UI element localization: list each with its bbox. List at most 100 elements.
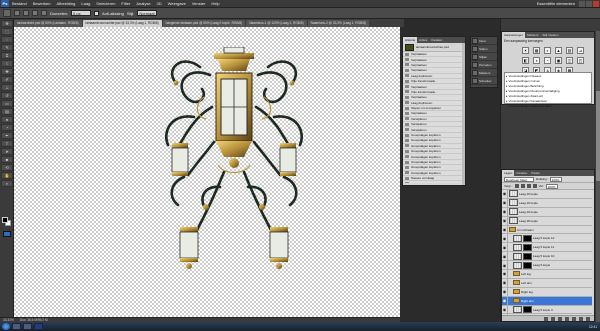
menu-afbeelding[interactable]: Afbeelding [53,1,78,6]
history-item[interactable]: Nieuwe opvullaag [403,181,465,183]
lock-position-icon[interactable] [526,184,531,188]
adjustment-layer-icon[interactable] [565,316,569,321]
disclosure-triangle-icon[interactable]: ▸ [506,89,508,93]
adjustment-type-icon[interactable]: ☀ [522,47,529,54]
right-dock-scrollbar[interactable] [596,31,600,322]
move-tool-icon[interactable]: ✥ [1,20,13,27]
blend-mode-select[interactable]: Doorheen halen [504,176,534,182]
close-button[interactable] [593,0,599,7]
tab-stijl[interactable]: Stijl Instelen [540,32,560,38]
hand-icon[interactable]: ✋ [1,172,13,179]
layer-group-row[interactable]: ◉ Left arm [502,278,592,288]
feather-input[interactable]: 0 px [71,10,92,16]
link-layers-icon[interactable] [544,316,548,321]
type-icon[interactable]: T [1,140,13,147]
history-snapshot[interactable]: lantaarnkroonluchter.psd [403,43,465,52]
layer-row[interactable]: ◉ Laag 19 kopie [502,198,592,208]
lock-pixels-icon[interactable] [520,184,525,188]
layer-mask-thumbnail[interactable] [523,243,532,251]
visibility-eye-icon[interactable]: ◉ [502,216,508,225]
visibility-eye-icon[interactable]: ◉ [502,198,508,207]
panel-schaduw[interactable]: Schaduw [471,77,497,85]
adjustment-type-icon[interactable]: ◐ [544,47,551,54]
add-mask-icon[interactable] [558,316,562,321]
adjustment-type-icon[interactable]: ▦ [533,47,540,54]
tab-historie[interactable]: Historie [403,37,418,43]
adjustment-type-icon[interactable]: ▧ [566,47,573,54]
visibility-eye-icon[interactable]: ◉ [502,190,508,198]
new-layer-icon[interactable] [579,316,583,321]
disclosure-triangle-icon[interactable]: ▸ [506,74,508,78]
visibility-eye-icon[interactable]: ◉ [502,305,508,314]
dodge-icon[interactable]: ◔ [1,124,13,131]
menu-help[interactable]: Help [208,1,222,6]
path-select-icon[interactable]: ➤ [1,148,13,155]
panel-stalen[interactable]: Stalen [471,45,497,53]
visibility-eye-icon[interactable]: ◉ [502,261,508,270]
clone-stamp-icon[interactable]: ⊥ [1,84,13,91]
adjustment-type-icon[interactable]: ▣ [555,57,562,64]
pen-icon[interactable]: ✒ [1,132,13,139]
layer-group-row[interactable]: ◉ Left leg [502,269,592,279]
preset-item[interactable]: ▸ Voorinstellingen Selectieve kleur [505,103,591,108]
visibility-eye-icon[interactable]: ◉ [502,252,508,261]
visibility-eye-icon[interactable]: ◉ [502,278,508,287]
visibility-eye-icon[interactable]: ◉ [502,269,508,278]
minimize-button[interactable] [579,0,585,7]
healing-icon[interactable]: ✚ [1,68,13,75]
crop-icon[interactable]: ⌗ [1,52,13,59]
menu-weergave[interactable]: Weergave [165,1,189,6]
tab-paden[interactable]: Paden [529,170,542,176]
document-tab[interactable]: Naamloos-2 @ 33,3% (Laag 1, RGB/8) [307,20,369,27]
workspace-switcher[interactable]: Essentiële elementen [534,1,578,6]
layer-row[interactable]: ◉ Laag 5 kopie 11 [502,243,592,253]
layer-row[interactable]: ◉ Laag 5 kopie 10 [502,252,592,262]
visibility-eye-icon[interactable]: ◉ [502,287,508,296]
fill-input[interactable]: 100% [545,183,558,189]
explorer-taskbar-icon[interactable] [12,323,21,330]
document-tab[interactable]: lantaarnkroonluchter.psd @ 33,3% (Laag 1… [82,20,162,27]
visibility-eye-icon[interactable]: ◉ [502,225,508,234]
history-scrollbar[interactable] [462,43,465,185]
blur-icon[interactable]: ● [1,116,13,123]
menu-venster[interactable]: Venster [189,1,209,6]
style-select[interactable]: Normaal [137,10,158,16]
document-canvas[interactable] [14,27,400,317]
menu-filter[interactable]: Filter [118,1,133,6]
menu-selecteren[interactable]: Selecteren [93,1,118,6]
visibility-eye-icon[interactable]: ◉ [502,243,508,252]
foreground-color-swatch[interactable] [2,217,8,223]
panel-stijlen[interactable]: Stijlen [471,53,497,61]
adjustment-type-icon[interactable]: ◰ [577,57,584,64]
scrollbar-thumb[interactable] [596,91,600,181]
layer-row[interactable]: ◉ Laag 19 kopie [502,190,592,199]
document-tab[interactable]: Naamloos-1 @ 100% (Laag 1, RGB/8) [246,20,307,27]
visibility-eye-icon[interactable]: ◉ [502,234,508,243]
menu-laag[interactable]: Laag [78,1,93,6]
maximize-button[interactable] [586,0,592,7]
adjustment-type-icon[interactable]: ◔ [544,57,551,64]
delete-layer-icon[interactable] [586,316,590,321]
eraser-icon[interactable]: ▭ [1,100,13,107]
layer-group-row[interactable]: ◉ Right arm [502,296,592,306]
disclosure-triangle-icon[interactable]: ▸ [506,104,508,108]
new-selection-icon[interactable] [14,10,20,16]
shape-icon[interactable]: ■ [1,156,13,163]
layer-mask-thumbnail[interactable] [523,261,532,269]
tab-acties[interactable]: Acties [417,37,429,43]
tab-maskers[interactable]: Maskers [525,32,540,38]
tab-kanalen-history[interactable]: Kanalen [429,37,444,43]
marquee-icon[interactable]: ⬚ [1,28,13,35]
layer-row[interactable]: ◉ Laag 19 kopie [502,207,592,217]
menu-3d[interactable]: 3D [154,1,165,6]
quick-select-icon[interactable]: ✎ [1,44,13,51]
brush-icon[interactable]: ✐ [1,76,13,83]
new-group-icon[interactable] [572,316,576,321]
lasso-icon[interactable]: ◌ [1,36,13,43]
start-button[interactable] [2,323,10,330]
panel-maskers[interactable]: Maskers [471,69,497,77]
zoom-icon[interactable]: ⌕ [1,180,13,187]
photoshop-taskbar-icon[interactable] [34,323,43,330]
opacity-input[interactable]: 100% [549,176,562,182]
layer-row[interactable]: ◉ Laag 5 kopie 12 [502,234,592,244]
